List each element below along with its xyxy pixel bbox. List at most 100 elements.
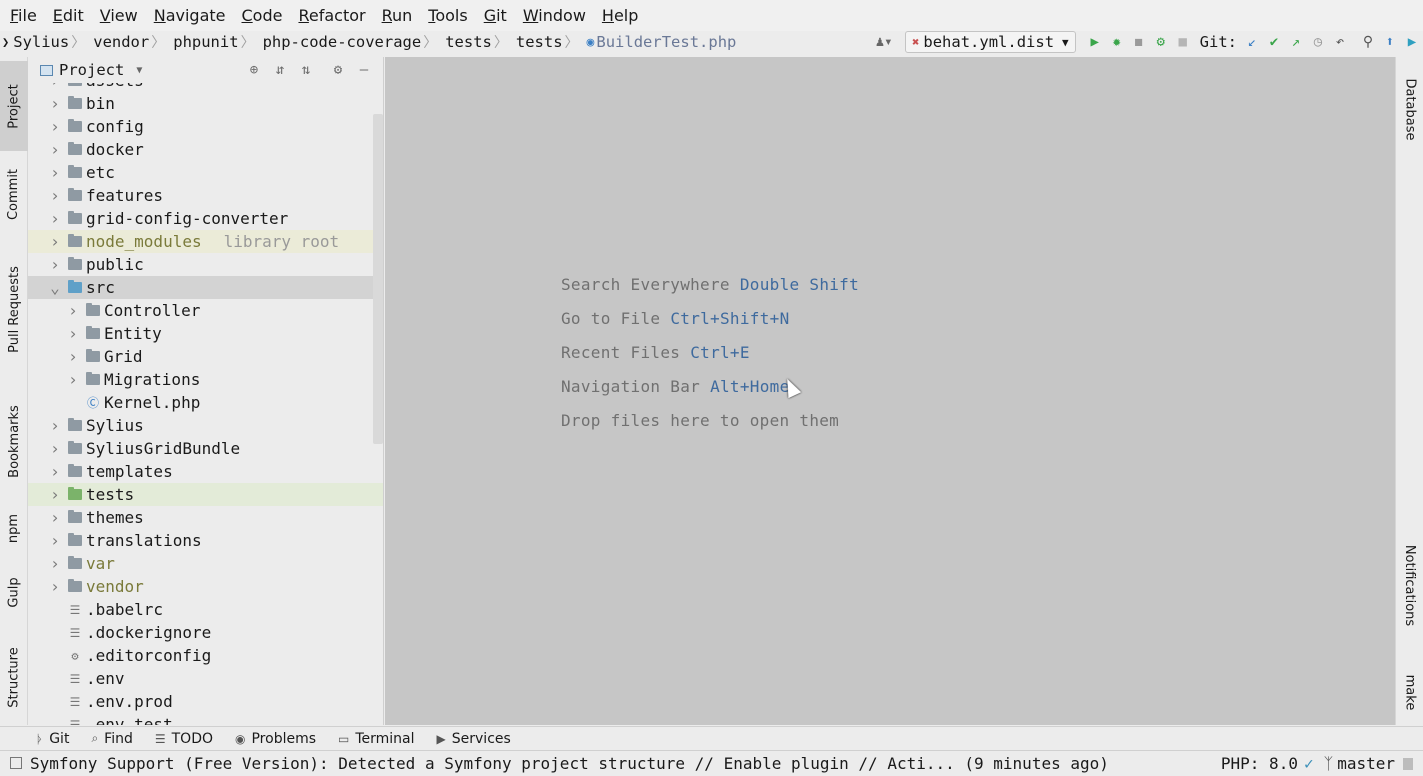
- git-commit-icon[interactable]: ✔: [1263, 31, 1285, 53]
- chevron-right-icon[interactable]: ›: [48, 508, 62, 527]
- chevron-right-icon[interactable]: ›: [66, 370, 80, 389]
- tab-npm[interactable]: npm: [0, 503, 28, 553]
- tab-structure[interactable]: Structure: [0, 635, 28, 720]
- profile-icon[interactable]: ⚙: [1150, 31, 1172, 53]
- chevron-right-icon[interactable]: ›: [66, 301, 80, 320]
- bottom-tab-services[interactable]: ▶ Services: [437, 731, 511, 747]
- bottom-tab-find[interactable]: ⌕ Find: [91, 731, 132, 747]
- tree-item[interactable]: ☰ .env: [28, 667, 383, 690]
- tab-notifications[interactable]: Notifications: [1396, 523, 1423, 648]
- tree-item[interactable]: › Entity: [28, 322, 383, 345]
- tree-item[interactable]: › Grid: [28, 345, 383, 368]
- bottom-tab-git[interactable]: ᚧ Git: [36, 731, 69, 747]
- debug-icon[interactable]: ✹: [1106, 31, 1128, 53]
- tab-make[interactable]: make: [1396, 667, 1423, 717]
- search-icon[interactable]: ⚲: [1357, 31, 1379, 53]
- chevron-right-icon[interactable]: ›: [66, 324, 80, 343]
- project-tree-scrollbar[interactable]: [373, 114, 383, 444]
- menu-item-refactor[interactable]: Refactor: [298, 6, 365, 25]
- tree-item[interactable]: › assets: [28, 83, 383, 92]
- bottom-tab-todo[interactable]: ☰ TODO: [155, 731, 213, 747]
- tree-item[interactable]: ☰ .env.prod: [28, 690, 383, 713]
- breadcrumb-item[interactable]: php-code-coverage 〉: [263, 32, 442, 52]
- chevron-right-icon[interactable]: ›: [48, 140, 62, 159]
- chevron-right-icon[interactable]: ›: [48, 94, 62, 113]
- git-update-icon[interactable]: ↙: [1241, 31, 1263, 53]
- tree-item[interactable]: ☰ .dockerignore: [28, 621, 383, 644]
- run-configuration-select[interactable]: ✖ behat.yml.dist ▼: [905, 31, 1076, 53]
- status-toggle-icon[interactable]: [10, 757, 22, 769]
- chevron-right-icon[interactable]: ›: [48, 531, 62, 550]
- tree-item[interactable]: ⚙ .editorconfig: [28, 644, 383, 667]
- tree-item[interactable]: › config: [28, 115, 383, 138]
- chevron-right-icon[interactable]: ›: [48, 416, 62, 435]
- chevron-right-icon[interactable]: ›: [48, 83, 62, 90]
- bottom-tab-problems[interactable]: ◉ Problems: [235, 731, 316, 747]
- php-version[interactable]: PHP: 8.0: [1221, 754, 1298, 773]
- menu-item-git[interactable]: Git: [484, 6, 507, 25]
- status-message[interactable]: Symfony Support (Free Version): Detected…: [30, 754, 1109, 773]
- run-icon[interactable]: ▶: [1084, 31, 1106, 53]
- gear-icon[interactable]: ⚙: [325, 62, 351, 78]
- tree-item[interactable]: › templates: [28, 460, 383, 483]
- chevron-right-icon[interactable]: ›: [48, 255, 62, 274]
- tree-item[interactable]: › node_modules library root: [28, 230, 383, 253]
- menu-item-file[interactable]: File: [10, 6, 37, 25]
- stop-icon[interactable]: ■: [1172, 31, 1194, 53]
- breadcrumb-item[interactable]: tests 〉: [445, 32, 512, 52]
- tab-gulp[interactable]: Gulp: [0, 565, 28, 620]
- tab-database[interactable]: Database: [1396, 67, 1423, 152]
- tree-item[interactable]: › var: [28, 552, 383, 575]
- user-dropdown-icon[interactable]: ♟▾: [869, 31, 899, 53]
- menu-item-edit[interactable]: Edit: [53, 6, 84, 25]
- breadcrumb-item[interactable]: phpunit 〉: [173, 32, 258, 52]
- tree-item[interactable]: › public: [28, 253, 383, 276]
- tree-item[interactable]: › grid-config-converter: [28, 207, 383, 230]
- tree-item[interactable]: ☰ .env.test: [28, 713, 383, 725]
- tree-item[interactable]: › translations: [28, 529, 383, 552]
- breadcrumb-item[interactable]: vendor 〉: [93, 32, 169, 52]
- tab-bookmarks[interactable]: Bookmarks: [0, 394, 28, 489]
- tree-item[interactable]: ⌄ src: [28, 276, 383, 299]
- chevron-right-icon[interactable]: ›: [48, 186, 62, 205]
- code-with-me-icon[interactable]: ▶: [1401, 31, 1423, 53]
- tree-item[interactable]: › docker: [28, 138, 383, 161]
- menu-item-tools[interactable]: Tools: [428, 6, 467, 25]
- chevron-down-icon[interactable]: ▼: [136, 65, 142, 76]
- breadcrumb-file[interactable]: BuilderTest.php: [596, 33, 736, 51]
- tree-item[interactable]: › features: [28, 184, 383, 207]
- git-push-icon[interactable]: ↗: [1285, 31, 1307, 53]
- breadcrumb-item[interactable]: tests 〉: [516, 32, 583, 52]
- tree-item[interactable]: › vendor: [28, 575, 383, 598]
- chevron-right-icon[interactable]: ›: [48, 209, 62, 228]
- menu-item-help[interactable]: Help: [602, 6, 638, 25]
- tree-item[interactable]: › themes: [28, 506, 383, 529]
- menu-item-navigate[interactable]: Navigate: [154, 6, 226, 25]
- history-icon[interactable]: ◷: [1307, 31, 1329, 53]
- chevron-right-icon[interactable]: ›: [48, 117, 62, 136]
- tree-item[interactable]: › tests: [28, 483, 383, 506]
- breadcrumb-item[interactable]: Sylius 〉: [13, 32, 89, 52]
- locate-icon[interactable]: ⊕: [241, 62, 267, 78]
- tab-pull-requests[interactable]: Pull Requests: [0, 247, 28, 372]
- coverage-icon[interactable]: ◼: [1128, 31, 1150, 53]
- git-branch[interactable]: master: [1337, 754, 1395, 773]
- chevron-right-icon[interactable]: ›: [48, 554, 62, 573]
- tree-item[interactable]: › Migrations: [28, 368, 383, 391]
- chevron-right-icon[interactable]: ›: [48, 232, 62, 251]
- tree-item[interactable]: › bin: [28, 92, 383, 115]
- tree-item[interactable]: ☰ .babelrc: [28, 598, 383, 621]
- menu-item-code[interactable]: Code: [242, 6, 283, 25]
- tree-item[interactable]: › SyliusGridBundle: [28, 437, 383, 460]
- menu-item-view[interactable]: View: [100, 6, 138, 25]
- chevron-right-icon[interactable]: ›: [48, 485, 62, 504]
- tab-project[interactable]: Project: [0, 61, 28, 151]
- menu-item-run[interactable]: Run: [382, 6, 413, 25]
- tree-item[interactable]: › etc: [28, 161, 383, 184]
- update-ide-icon[interactable]: ⬆: [1379, 31, 1401, 53]
- chevron-right-icon[interactable]: ›: [48, 462, 62, 481]
- menu-item-window[interactable]: Window: [523, 6, 586, 25]
- memory-indicator-icon[interactable]: [1403, 757, 1413, 770]
- chevron-right-icon[interactable]: ›: [66, 347, 80, 366]
- chevron-right-icon[interactable]: ›: [48, 163, 62, 182]
